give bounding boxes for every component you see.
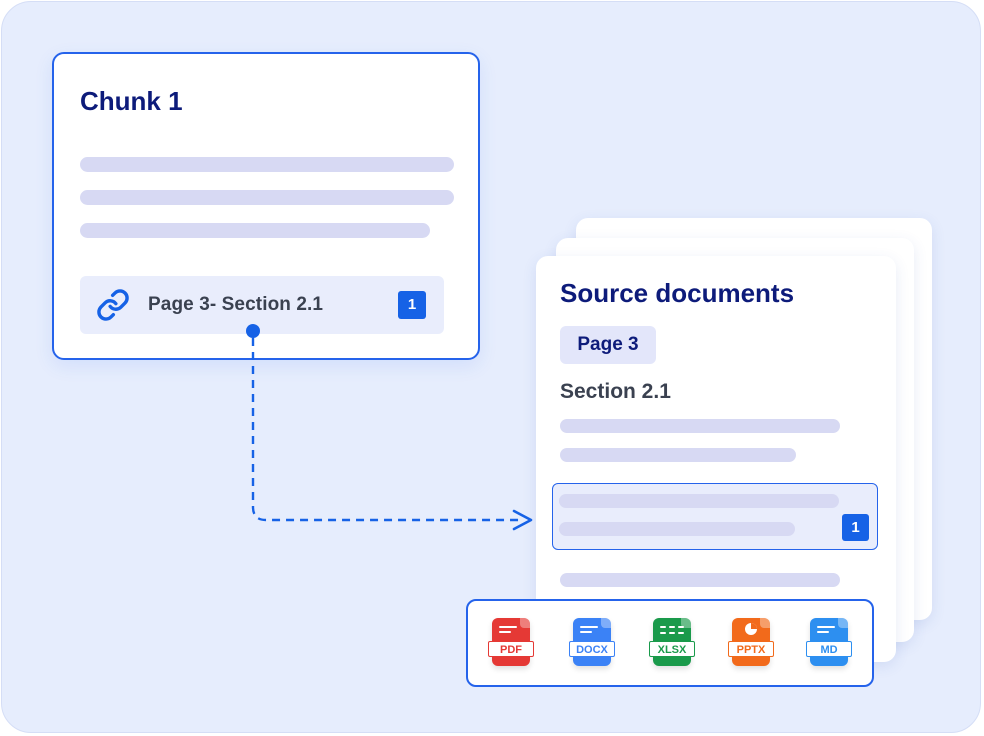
file-type-label: DOCX [569, 641, 615, 657]
xlsx-file-icon: XLSX [649, 618, 695, 670]
file-type-label: PDF [488, 641, 534, 657]
file-type-strip: PDF DOCX XLSX PPTX MD [466, 599, 874, 687]
pptx-file-icon: PPTX [728, 618, 774, 670]
file-type-label: PPTX [728, 641, 774, 657]
md-file-icon: MD [806, 618, 852, 670]
file-type-label: XLSX [649, 641, 695, 657]
pdf-file-icon: PDF [488, 618, 534, 670]
file-type-label: MD [806, 641, 852, 657]
diagram-canvas: Chunk 1 Page 3- Section 2.1 1 Source doc… [1, 1, 981, 733]
docx-file-icon: DOCX [569, 618, 615, 670]
